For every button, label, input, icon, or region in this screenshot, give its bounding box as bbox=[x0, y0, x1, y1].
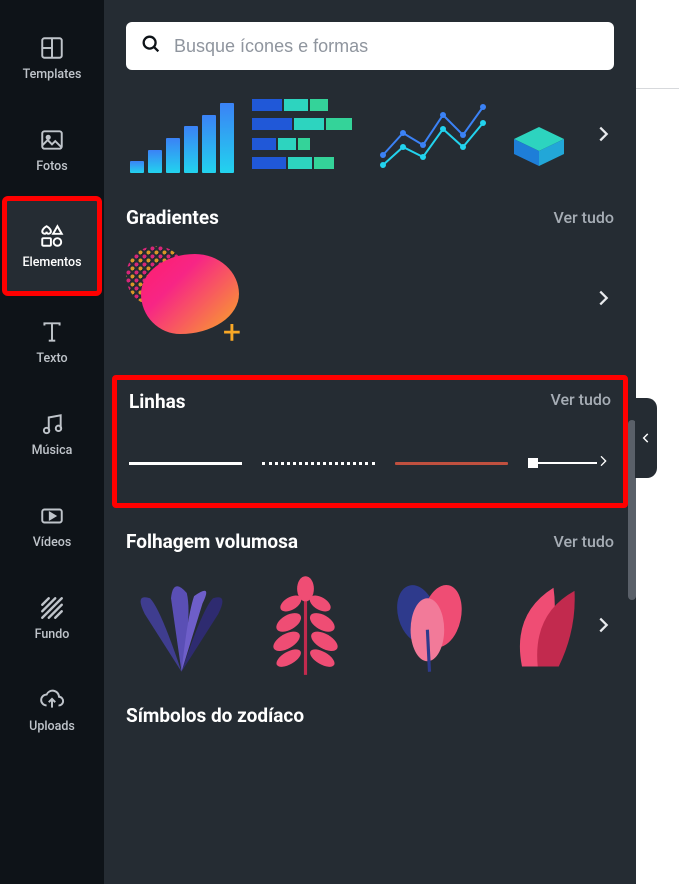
element-line-rough[interactable] bbox=[395, 462, 508, 465]
sidebar-item-label: Vídeos bbox=[33, 535, 72, 550]
sidebar-item-label: Templates bbox=[23, 67, 82, 82]
sidebar-item-photos[interactable]: Fotos bbox=[2, 104, 102, 196]
sidebar-item-label: Uploads bbox=[29, 719, 75, 734]
sidebar-item-label: Texto bbox=[36, 351, 67, 366]
carousel-next-button[interactable] bbox=[588, 610, 618, 640]
text-icon bbox=[39, 319, 65, 345]
plus-icon: + bbox=[223, 313, 241, 351]
element-bar-chart[interactable] bbox=[126, 95, 238, 173]
element-line-arrow[interactable] bbox=[528, 453, 611, 473]
elements-panel: Gradientes Ver tudo + bbox=[104, 0, 636, 884]
sidebar-item-music[interactable]: Música bbox=[2, 388, 102, 480]
sidebar-item-elements[interactable]: Elementos bbox=[2, 196, 102, 296]
sidebar-item-text[interactable]: Texto bbox=[2, 296, 102, 388]
charts-carousel bbox=[126, 84, 614, 184]
uploads-icon bbox=[39, 687, 65, 713]
see-all-link[interactable]: Ver tudo bbox=[553, 208, 614, 227]
sidebar-item-label: Fotos bbox=[36, 159, 67, 174]
section-zodiac: Símbolos do zodíaco bbox=[126, 704, 614, 727]
sidebar: Templates Fotos Elementos Text bbox=[0, 0, 104, 884]
toolbar-divider bbox=[636, 88, 679, 89]
gradients-carousel: + bbox=[126, 243, 614, 353]
section-title: Linhas bbox=[129, 390, 186, 413]
element-foliage-3[interactable] bbox=[374, 570, 484, 680]
sidebar-item-templates[interactable]: Templates bbox=[2, 12, 102, 104]
background-icon bbox=[39, 595, 65, 621]
search-icon bbox=[140, 33, 162, 59]
canvas-area bbox=[636, 0, 679, 884]
elements-icon bbox=[39, 223, 65, 249]
sidebar-item-videos[interactable]: Vídeos bbox=[2, 480, 102, 572]
templates-icon bbox=[39, 35, 65, 61]
element-line-chart[interactable] bbox=[378, 95, 490, 173]
collapse-panel-button[interactable] bbox=[635, 398, 657, 478]
sidebar-item-background[interactable]: Fundo bbox=[2, 572, 102, 664]
section-title: Símbolos do zodíaco bbox=[126, 704, 304, 727]
videos-icon bbox=[39, 503, 65, 529]
section-charts bbox=[126, 84, 614, 184]
lines-carousel bbox=[129, 453, 611, 473]
section-foliage: Folhagem volumosa Ver tudo bbox=[126, 530, 614, 682]
search-input-wrap[interactable] bbox=[126, 22, 614, 70]
sidebar-item-label: Música bbox=[32, 443, 73, 458]
element-line-solid[interactable] bbox=[129, 462, 242, 465]
section-title: Gradientes bbox=[126, 206, 219, 229]
element-line-dotted[interactable] bbox=[262, 462, 375, 465]
photos-icon bbox=[39, 127, 65, 153]
see-all-link[interactable]: Ver tudo bbox=[550, 390, 611, 413]
element-3d-chart[interactable] bbox=[504, 99, 574, 169]
music-icon bbox=[39, 411, 65, 437]
sidebar-item-label: Elementos bbox=[22, 255, 81, 270]
chevron-left-icon bbox=[639, 431, 653, 445]
sidebar-item-label: Fundo bbox=[35, 627, 70, 642]
carousel-next-button[interactable] bbox=[588, 119, 618, 149]
foliage-carousel bbox=[126, 567, 614, 682]
element-foliage-2[interactable] bbox=[250, 570, 360, 680]
element-foliage-1[interactable] bbox=[126, 570, 236, 680]
section-title: Folhagem volumosa bbox=[126, 530, 298, 553]
section-lines: Linhas Ver tudo bbox=[126, 375, 614, 508]
element-stacked-bar-chart[interactable] bbox=[252, 95, 364, 173]
sidebar-item-uploads[interactable]: Uploads bbox=[2, 664, 102, 756]
carousel-next-button[interactable] bbox=[588, 283, 618, 313]
arrow-head-icon bbox=[595, 453, 611, 473]
section-gradients: Gradientes Ver tudo + bbox=[126, 206, 614, 353]
element-gradient-blob[interactable]: + bbox=[126, 246, 241, 351]
see-all-link[interactable]: Ver tudo bbox=[553, 532, 614, 551]
search-input[interactable] bbox=[174, 36, 600, 57]
